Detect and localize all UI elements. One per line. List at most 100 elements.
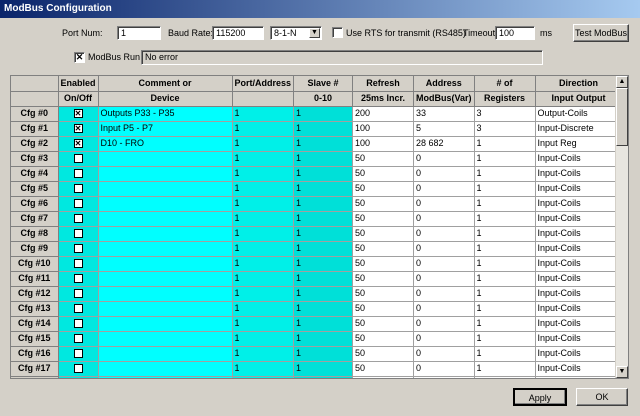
port-cell[interactable]: 1 xyxy=(232,376,295,378)
port-cell[interactable]: 1 xyxy=(232,331,295,347)
direction-cell[interactable]: Input-Coils xyxy=(535,286,623,302)
row-header[interactable]: Cfg #0 xyxy=(11,106,59,122)
enabled-cell[interactable]: ✕ xyxy=(58,136,99,152)
comment-cell[interactable] xyxy=(98,331,233,347)
enabled-checkbox[interactable]: ✕ xyxy=(73,109,83,119)
enabled-checkbox[interactable] xyxy=(73,259,83,269)
rts-checkbox[interactable] xyxy=(332,27,343,38)
port-cell[interactable]: 1 xyxy=(232,226,295,242)
address-cell[interactable]: 0 xyxy=(413,331,475,347)
direction-cell[interactable]: Input-Coils xyxy=(535,211,623,227)
column-header[interactable]: ModBus(Var) xyxy=(413,91,475,107)
port-cell[interactable]: 1 xyxy=(232,166,295,182)
direction-cell[interactable]: Input-Coils xyxy=(535,256,623,272)
comment-cell[interactable] xyxy=(98,346,233,362)
registers-cell[interactable]: 1 xyxy=(474,211,536,227)
enabled-cell[interactable] xyxy=(58,316,99,332)
address-cell[interactable]: 0 xyxy=(413,181,475,197)
modbus-run-checkbox[interactable]: ✕ xyxy=(74,52,85,63)
row-header[interactable]: Cfg #13 xyxy=(11,301,59,317)
comment-cell[interactable] xyxy=(98,286,233,302)
row-header[interactable]: Cfg #15 xyxy=(11,331,59,347)
address-cell[interactable]: 0 xyxy=(413,376,475,378)
direction-cell[interactable]: Output-Coils xyxy=(535,106,623,122)
row-header[interactable]: Cfg #5 xyxy=(11,181,59,197)
registers-cell[interactable]: 1 xyxy=(474,376,536,378)
registers-cell[interactable]: 1 xyxy=(474,226,536,242)
address-cell[interactable]: 5 xyxy=(413,121,475,137)
registers-cell[interactable]: 3 xyxy=(474,106,536,122)
refresh-cell[interactable]: 50 xyxy=(352,196,415,212)
address-cell[interactable]: 0 xyxy=(413,151,475,167)
enabled-cell[interactable] xyxy=(58,166,99,182)
comment-cell[interactable] xyxy=(98,196,233,212)
registers-cell[interactable]: 3 xyxy=(474,121,536,137)
timeout-input[interactable]: 100 xyxy=(495,26,535,40)
direction-cell[interactable]: Input-Coils xyxy=(535,301,623,317)
comment-cell[interactable] xyxy=(98,166,233,182)
refresh-cell[interactable]: 50 xyxy=(352,331,415,347)
port-cell[interactable]: 1 xyxy=(232,196,295,212)
row-header[interactable]: Cfg #8 xyxy=(11,226,59,242)
registers-cell[interactable]: 1 xyxy=(474,151,536,167)
slave-cell[interactable]: 1 xyxy=(293,196,354,212)
enabled-checkbox[interactable] xyxy=(73,364,83,374)
refresh-cell[interactable]: 200 xyxy=(352,106,415,122)
refresh-cell[interactable]: 50 xyxy=(352,241,415,257)
registers-cell[interactable]: 1 xyxy=(474,136,536,152)
refresh-cell[interactable]: 50 xyxy=(352,301,415,317)
port-cell[interactable]: 1 xyxy=(232,241,295,257)
direction-cell[interactable]: Input-Coils xyxy=(535,271,623,287)
column-header[interactable]: Device xyxy=(98,91,233,107)
registers-cell[interactable]: 1 xyxy=(474,361,536,377)
refresh-cell[interactable]: 50 xyxy=(352,211,415,227)
ok-button[interactable]: OK xyxy=(576,388,628,406)
enabled-checkbox[interactable] xyxy=(73,304,83,314)
row-header[interactable]: Cfg #6 xyxy=(11,196,59,212)
column-header[interactable]: 0-10 xyxy=(293,91,354,107)
scroll-thumb[interactable] xyxy=(616,88,628,146)
refresh-cell[interactable]: 50 xyxy=(352,271,415,287)
row-header[interactable]: Cfg #18 xyxy=(11,376,59,378)
enabled-cell[interactable] xyxy=(58,361,99,377)
port-cell[interactable]: 1 xyxy=(232,271,295,287)
port-num-input[interactable]: 1 xyxy=(117,26,161,40)
address-cell[interactable]: 0 xyxy=(413,196,475,212)
comment-cell[interactable] xyxy=(98,241,233,257)
direction-cell[interactable]: Input-Coils xyxy=(535,361,623,377)
slave-cell[interactable]: 1 xyxy=(293,181,354,197)
comment-cell[interactable] xyxy=(98,316,233,332)
slave-cell[interactable]: 1 xyxy=(293,151,354,167)
enabled-checkbox[interactable] xyxy=(73,319,83,329)
port-cell[interactable]: 1 xyxy=(232,106,295,122)
direction-cell[interactable]: Input-Coils xyxy=(535,151,623,167)
address-cell[interactable]: 0 xyxy=(413,286,475,302)
registers-cell[interactable]: 1 xyxy=(474,241,536,257)
column-header[interactable]: Address xyxy=(413,76,475,92)
column-header[interactable]: Direction xyxy=(535,76,623,92)
address-cell[interactable]: 0 xyxy=(413,361,475,377)
column-header[interactable]: Registers xyxy=(474,91,536,107)
test-modbus-button[interactable]: Test ModBus xyxy=(573,24,629,42)
comment-cell[interactable]: Input P5 - P7 xyxy=(98,121,233,137)
slave-cell[interactable]: 1 xyxy=(293,241,354,257)
address-cell[interactable]: 0 xyxy=(413,346,475,362)
column-header[interactable] xyxy=(232,91,295,107)
comment-cell[interactable]: Outputs P33 - P35 xyxy=(98,106,233,122)
row-header[interactable]: Cfg #16 xyxy=(11,346,59,362)
slave-cell[interactable]: 1 xyxy=(293,226,354,242)
direction-cell[interactable]: Input-Coils xyxy=(535,181,623,197)
slave-cell[interactable]: 1 xyxy=(293,286,354,302)
comment-cell[interactable]: D10 - FRO xyxy=(98,136,233,152)
enabled-checkbox[interactable] xyxy=(73,169,83,179)
address-cell[interactable]: 0 xyxy=(413,256,475,272)
enabled-cell[interactable] xyxy=(58,376,99,378)
row-header[interactable]: Cfg #4 xyxy=(11,166,59,182)
row-header[interactable]: Cfg #3 xyxy=(11,151,59,167)
refresh-cell[interactable]: 50 xyxy=(352,181,415,197)
row-header[interactable]: Cfg #2 xyxy=(11,136,59,152)
refresh-cell[interactable]: 50 xyxy=(352,376,415,378)
refresh-cell[interactable]: 50 xyxy=(352,166,415,182)
address-cell[interactable]: 0 xyxy=(413,226,475,242)
direction-cell[interactable]: Input-Coils xyxy=(535,346,623,362)
